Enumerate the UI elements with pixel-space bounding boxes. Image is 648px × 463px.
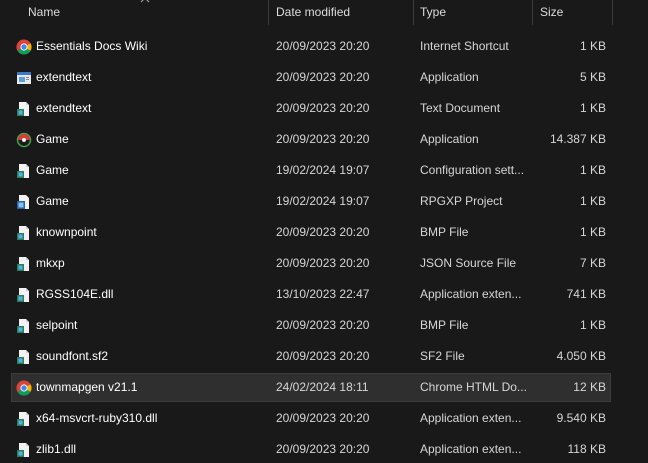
sort-arrow-icon[interactable] [140, 0, 150, 4]
file-date-modified: 20/09/2023 20:20 [276, 318, 370, 332]
file-row[interactable]: knownpoint 20/09/2023 20:20 BMP File 1 KB [12, 219, 610, 246]
file-name: selpoint [36, 318, 78, 332]
file-name: x64-msvcrt-ruby310.dll [36, 411, 158, 425]
file-row[interactable]: RGSS104E.dll 13/10/2023 22:47 Application … [12, 281, 610, 308]
column-header: Name Date modified Type Size [0, 0, 648, 26]
file-row[interactable]: mkxp 20/09/2023 20:20 JSON Source File 7 KB [12, 250, 610, 277]
file-size: 1 KB [579, 101, 606, 115]
column-header-date-modified[interactable]: Date modified [276, 0, 350, 25]
chrome-icon [16, 380, 32, 396]
file-name: zlib1.dll [36, 442, 77, 456]
file-date-modified: 19/02/2024 19:07 [276, 163, 370, 177]
file-type: Application exten... [420, 411, 522, 425]
file-type: Chrome HTML Do... [420, 380, 527, 394]
file-name: knownpoint [36, 225, 97, 239]
file-size: 9.540 KB [556, 411, 606, 425]
file-row[interactable]: Game 19/02/2024 19:07 Configuration sett..… [12, 157, 610, 184]
document-icon [16, 163, 32, 179]
file-type: Application [420, 132, 479, 146]
document-icon [16, 442, 32, 458]
column-divider[interactable] [413, 0, 414, 25]
file-date-modified: 20/09/2023 20:20 [276, 132, 370, 146]
file-name: RGSS104E.dll [36, 287, 114, 301]
file-type: BMP File [420, 318, 469, 332]
file-row[interactable]: extendtext 20/09/2023 20:20 Text Document 1… [12, 95, 610, 122]
file-size: 1 KB [579, 225, 606, 239]
file-date-modified: 24/02/2024 18:11 [276, 380, 369, 394]
file-name: Game [36, 194, 69, 208]
column-header-type[interactable]: Type [420, 0, 446, 25]
file-type: SF2 File [420, 349, 465, 363]
file-row[interactable]: townmapgen v21.1 24/02/2024 18:11 Chrome H… [11, 373, 611, 402]
file-date-modified: 20/09/2023 20:20 [276, 349, 370, 363]
file-type: Text Document [420, 101, 501, 115]
file-name: townmapgen v21.1 [36, 380, 138, 394]
file-name: extendtext [36, 101, 92, 115]
file-size: 4.050 KB [556, 349, 606, 363]
file-type: Configuration sett... [420, 163, 525, 177]
rpgxp-project-icon [16, 194, 32, 210]
file-name: Essentials Docs Wiki [36, 39, 148, 53]
file-size: 1 KB [579, 163, 606, 177]
file-size: 741 KB [566, 287, 606, 301]
file-size: 118 KB [567, 442, 606, 456]
file-type: Internet Shortcut [420, 39, 509, 53]
file-row[interactable]: Game 20/09/2023 20:20 Application 14.387 KB [12, 126, 610, 153]
document-icon [16, 225, 32, 241]
file-row[interactable]: selpoint 20/09/2023 20:20 BMP File 1 KB [12, 312, 610, 339]
column-divider[interactable] [532, 0, 533, 25]
file-size: 5 KB [579, 70, 606, 84]
file-row[interactable]: Essentials Docs Wiki 20/09/2023 20:20 Inte… [12, 33, 610, 60]
column-header-name[interactable]: Name [28, 0, 60, 25]
game-app-icon [16, 132, 32, 148]
column-divider[interactable] [612, 0, 613, 25]
file-name: Game [36, 132, 69, 146]
file-size: 1 KB [579, 39, 606, 53]
file-type: JSON Source File [420, 256, 517, 270]
document-icon [16, 101, 32, 117]
file-row[interactable]: zlib1.dll 20/09/2023 20:20 Application ext… [12, 436, 610, 463]
file-date-modified: 20/09/2023 20:20 [276, 411, 370, 425]
file-date-modified: 20/09/2023 20:20 [276, 256, 370, 270]
file-date-modified: 19/02/2024 19:07 [276, 194, 370, 208]
file-type: RPGXP Project [420, 194, 503, 208]
file-row[interactable]: x64-msvcrt-ruby310.dll 20/09/2023 20:20 Ap… [12, 405, 610, 432]
file-size: 7 KB [579, 256, 606, 270]
file-date-modified: 20/09/2023 20:20 [276, 101, 370, 115]
document-icon [16, 349, 32, 365]
document-icon [16, 411, 32, 427]
file-type: Application [420, 70, 479, 84]
file-type: Application exten... [420, 442, 522, 456]
document-icon [16, 256, 32, 272]
file-row[interactable]: soundfont.sf2 20/09/2023 20:20 SF2 File 4.0… [12, 343, 610, 370]
file-name: mkxp [36, 256, 65, 270]
file-date-modified: 20/09/2023 20:20 [276, 225, 370, 239]
chrome-icon [16, 39, 32, 55]
document-icon [16, 318, 32, 334]
file-row[interactable]: Game 19/02/2024 19:07 RPGXP Project 1 KB [12, 188, 610, 215]
file-date-modified: 20/09/2023 20:20 [276, 442, 370, 456]
column-divider[interactable] [268, 0, 269, 25]
file-date-modified: 20/09/2023 20:20 [276, 70, 370, 84]
file-name: Game [36, 163, 69, 177]
file-size: 14.387 KB [549, 132, 606, 146]
file-name: soundfont.sf2 [36, 349, 109, 363]
application-icon [16, 70, 32, 86]
file-type: BMP File [420, 225, 469, 239]
file-date-modified: 13/10/2023 22:47 [276, 287, 370, 301]
file-size: 1 KB [579, 318, 606, 332]
file-name: extendtext [36, 70, 92, 84]
document-icon [16, 287, 32, 303]
file-date-modified: 20/09/2023 20:20 [276, 39, 370, 53]
file-row[interactable]: extendtext 20/09/2023 20:20 Application 5 K… [12, 64, 610, 91]
file-size: 12 KB [573, 380, 606, 394]
file-size: 1 KB [579, 194, 606, 208]
column-header-size[interactable]: Size [540, 0, 563, 25]
file-type: Application exten... [420, 287, 522, 301]
